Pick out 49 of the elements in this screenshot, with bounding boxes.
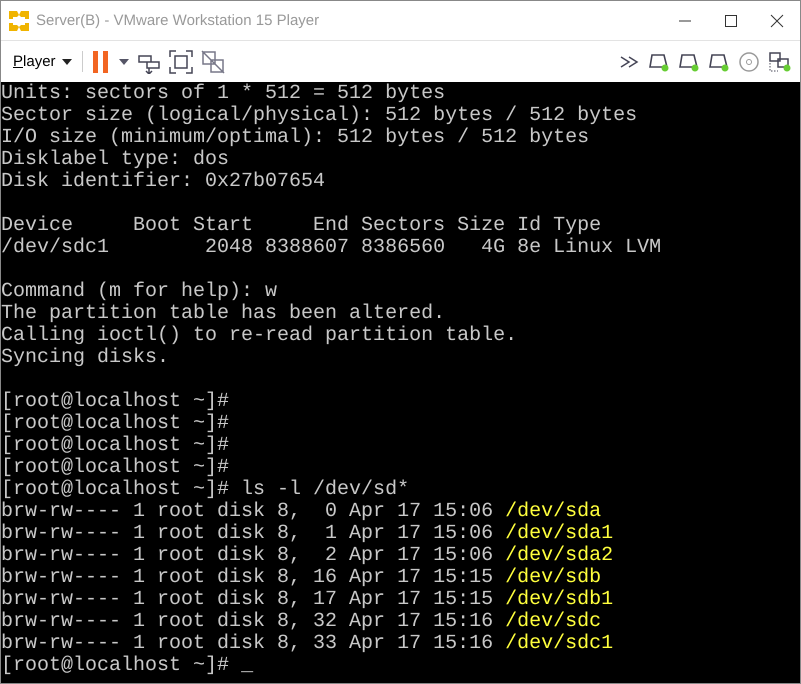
terminal-text: brw-rw---- 1 root disk 8, 0 Apr 17 15:06 xyxy=(1,500,494,523)
console-screen[interactable] xyxy=(1,82,800,683)
double-chevron-icon[interactable] xyxy=(620,56,640,68)
terminal-text: brw-rw---- 1 root disk 8, 16 Apr 17 15:15 xyxy=(1,566,494,589)
terminal-text: brw-rw---- 1 root disk 8, 33 Apr 17 15:16 xyxy=(1,632,494,655)
terminal-text: I/O size (minimum/optimal): 512 bytes / 512 bytes xyxy=(1,126,590,149)
player-menu[interactable]: Player xyxy=(9,51,83,72)
terminal-prompt: [root@localhost ~]# xyxy=(1,654,230,677)
terminal-text: Disklabel type: dos xyxy=(1,148,230,171)
terminal-text: brw-rw---- 1 root disk 8, 32 Apr 17 15:16 xyxy=(1,610,494,633)
terminal-text: brw-rw---- 1 root disk 8, 2 Apr 17 15:06 xyxy=(1,544,494,567)
file-name: /dev/sda1 xyxy=(505,522,614,545)
window-title: Server(B) - VMware Workstation 15 Player xyxy=(36,12,320,29)
caret-icon[interactable] xyxy=(118,58,129,64)
terminal-text: Command (m for help): w xyxy=(1,280,278,303)
terminal-text: [root@localhost ~]# xyxy=(1,456,230,479)
file-name: /dev/sdb1 xyxy=(505,588,614,611)
terminal-text: [root@localhost ~]# xyxy=(1,434,230,457)
terminal-text: The partition table has been altered. xyxy=(1,302,446,325)
file-name: /dev/sda xyxy=(505,500,602,523)
terminal-text: Disk identifier: 0x27b07654 xyxy=(1,170,326,193)
terminal-text: [root@localhost ~]# ls -l /dev/sd* xyxy=(1,478,410,501)
pause-icon[interactable] xyxy=(90,50,111,72)
file-name: /dev/sdc xyxy=(505,610,602,633)
caret-icon xyxy=(62,58,72,64)
file-name: /dev/sdc1 xyxy=(505,632,614,655)
disc-icon[interactable] xyxy=(738,50,760,72)
network-icon[interactable] xyxy=(768,50,792,72)
terminal-text: Units: sectors of 1 * 512 = 512 bytes xyxy=(1,82,446,105)
terminal-text: Calling ioctl() to re-read partition table. xyxy=(1,324,518,347)
terminal-text: [root@localhost ~]# xyxy=(1,412,230,435)
file-name: /dev/sdb xyxy=(505,566,602,589)
close-icon[interactable] xyxy=(770,14,784,28)
terminal-text: brw-rw---- 1 root disk 8, 17 Apr 17 15:15 xyxy=(1,588,494,611)
terminal-text: /dev/sdc1 2048 8388607 8386560 4G 8e Linux LVM xyxy=(1,236,662,259)
app-logo-icon xyxy=(9,10,29,30)
unity-icon[interactable] xyxy=(200,50,225,74)
terminal-text: [root@localhost ~]# xyxy=(1,390,230,413)
terminal-text: brw-rw---- 1 root disk 8, 1 Apr 17 15:06 xyxy=(1,522,494,545)
fullscreen-icon[interactable] xyxy=(168,50,193,74)
text-cursor: _ xyxy=(241,654,254,677)
disk-icon[interactable] xyxy=(708,52,730,72)
maximize-icon[interactable] xyxy=(724,14,738,28)
file-name: /dev/sda2 xyxy=(505,544,614,567)
disk-icon[interactable] xyxy=(648,52,670,72)
disk-icon[interactable] xyxy=(678,52,700,72)
terminal-text: Device Boot Start End Sectors Size Id Type xyxy=(1,214,602,237)
terminal-text: Sector size (logical/physical): 512 bytes / 512 bytes xyxy=(1,104,638,127)
terminal-text: Syncing disks. xyxy=(1,346,170,369)
